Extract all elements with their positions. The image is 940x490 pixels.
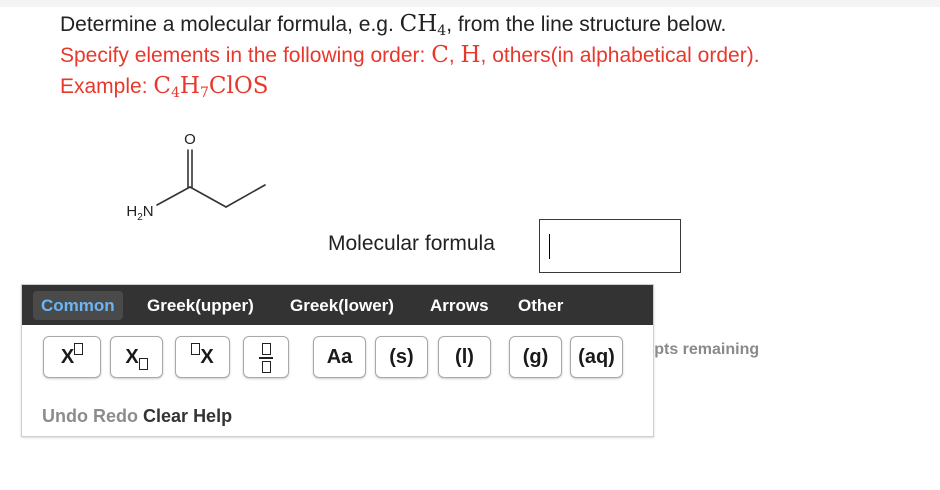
placeholder-box-icon	[138, 357, 148, 370]
tab-greek-upper[interactable]: Greek(upper)	[139, 291, 262, 320]
question-line-3: Example: C4H7ClOS	[60, 73, 269, 101]
question-text-suffix: , from the line structure below.	[446, 13, 727, 36]
placeholder-box-icon	[191, 342, 201, 355]
superscript-button[interactable]: X	[43, 336, 101, 378]
atom-nh2: H2N	[126, 203, 153, 223]
element-c: C	[431, 42, 449, 68]
tab-greek-lower[interactable]: Greek(lower)	[282, 291, 402, 320]
state-aqueous-button[interactable]: (aq)	[570, 336, 623, 378]
help-button[interactable]: Help	[193, 406, 232, 426]
state-solid-button[interactable]: (s)	[375, 336, 428, 378]
question-line-1: Determine a molecular formula, e.g. CH4,…	[60, 11, 726, 38]
redo-button[interactable]: Redo	[93, 406, 138, 426]
molecular-formula-input[interactable]	[539, 219, 681, 273]
formula-palette: Common Greek(upper) Greek(lower) Arrows …	[21, 284, 654, 437]
attempts-remaining-text: mpts remaining	[640, 341, 760, 358]
placeholder-box-icon	[74, 342, 84, 355]
case-toggle-button[interactable]: Aa	[313, 336, 366, 378]
question-line-2: Specify elements in the following order:…	[60, 42, 760, 68]
clear-button[interactable]: Clear	[143, 406, 188, 426]
left-superscript-button[interactable]: X	[175, 336, 230, 378]
bond-n-c	[156, 186, 191, 206]
fraction-button[interactable]	[243, 336, 289, 378]
subscript-button[interactable]: X	[110, 336, 163, 378]
tab-other[interactable]: Other	[510, 291, 571, 320]
line-structure: O H2N	[126, 131, 266, 223]
text-cursor	[549, 234, 550, 259]
bond-c-c	[189, 186, 227, 208]
fraction-icon	[259, 342, 273, 373]
undo-button[interactable]: Undo	[42, 406, 88, 426]
atom-o: O	[184, 131, 196, 148]
state-liquid-button[interactable]: (l)	[438, 336, 491, 378]
element-h: H	[460, 42, 481, 68]
palette-tab-bar: Common Greek(upper) Greek(lower) Arrows …	[22, 285, 653, 325]
example-formula: CH4	[399, 11, 447, 39]
molecular-formula-label: Molecular formula	[328, 232, 495, 255]
question-text: Determine a molecular formula, e.g.	[60, 13, 400, 36]
state-gas-button[interactable]: (g)	[509, 336, 562, 378]
example-formula-2: C4H7ClOS	[153, 73, 269, 101]
tab-arrows[interactable]: Arrows	[422, 291, 497, 320]
top-divider	[0, 0, 940, 7]
bond-c-ch3	[225, 184, 266, 208]
tab-common[interactable]: Common	[33, 291, 123, 320]
palette-footer: Undo Redo Clear Help	[42, 406, 232, 427]
